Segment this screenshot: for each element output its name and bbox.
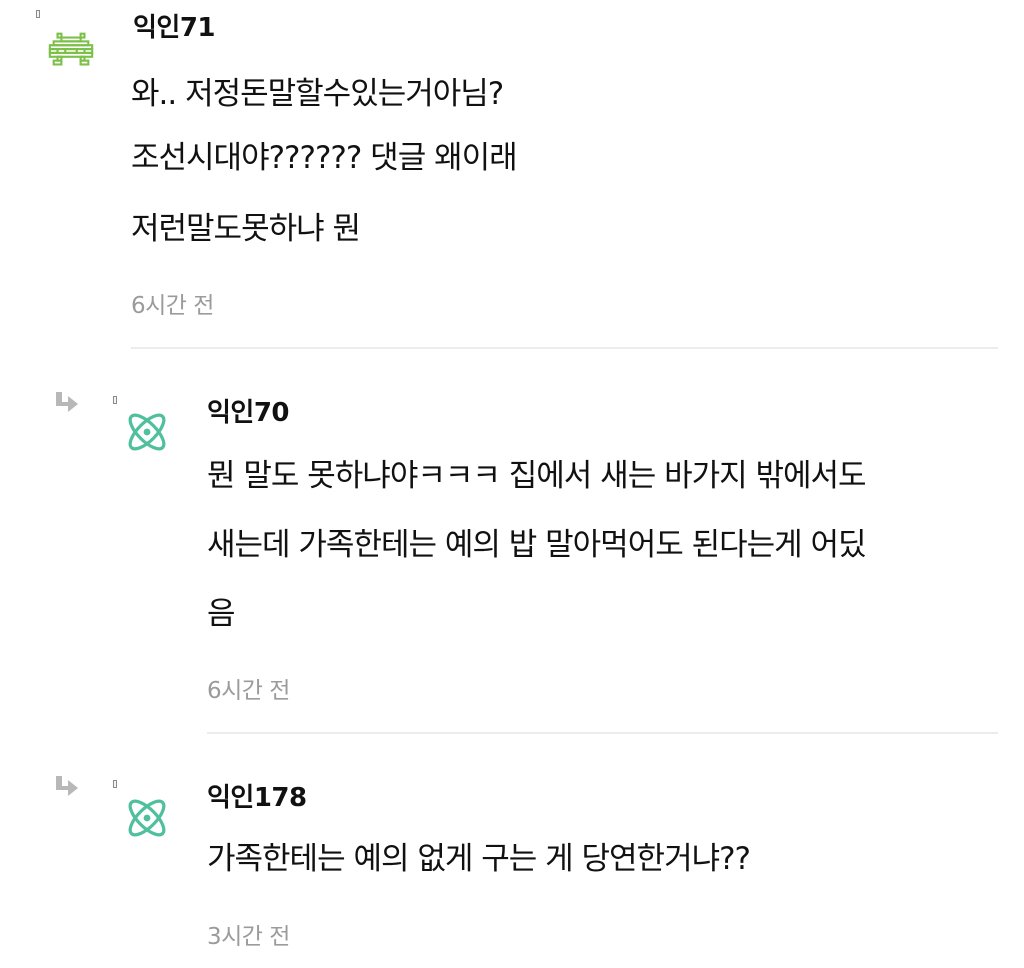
comment-text-line: 저런말도못하냐 뭔	[131, 211, 361, 247]
comment-text-line: 조선시대야?????? 댓글 왜이래	[131, 140, 518, 176]
comment-thread: 익인71 와.. 저정돈말할수있는거아님? 조선시대야?????? 댓글 왜이래…	[0, 0, 1024, 968]
atom-icon[interactable]	[122, 407, 172, 457]
comment-timestamp: 6시간 전	[131, 293, 214, 319]
comment-nickname[interactable]: 익인71	[133, 7, 216, 44]
reply-arrow-icon	[56, 392, 78, 412]
atom-icon[interactable]	[122, 793, 172, 843]
comment-text-line: 가족한테는 예의 없게 구는 게 당연한거냐??	[207, 841, 751, 877]
comment-nickname[interactable]: 익인70	[207, 392, 290, 429]
divider	[131, 347, 998, 349]
comment-text-line: 뭔 말도 못하냐야ㅋㅋㅋ 집에서 새는 바가지 밖에서도	[207, 458, 867, 494]
badge-icon	[113, 780, 117, 788]
pixel-invader-icon[interactable]	[46, 26, 96, 76]
comment-nickname[interactable]: 익인178	[207, 777, 307, 814]
reply-arrow-icon	[56, 776, 78, 796]
comment-timestamp: 3시간 전	[207, 924, 290, 950]
comment-timestamp: 6시간 전	[207, 678, 290, 704]
badge-icon	[36, 10, 40, 18]
comment-text-line: 음	[207, 596, 236, 632]
comment-text-line: 새는데 가족한테는 예의 밥 말아먹어도 된다는게 어딨	[207, 527, 867, 563]
divider	[207, 732, 998, 734]
comment-text-line: 와.. 저정돈말할수있는거아님?	[131, 76, 504, 112]
badge-icon	[113, 396, 117, 404]
